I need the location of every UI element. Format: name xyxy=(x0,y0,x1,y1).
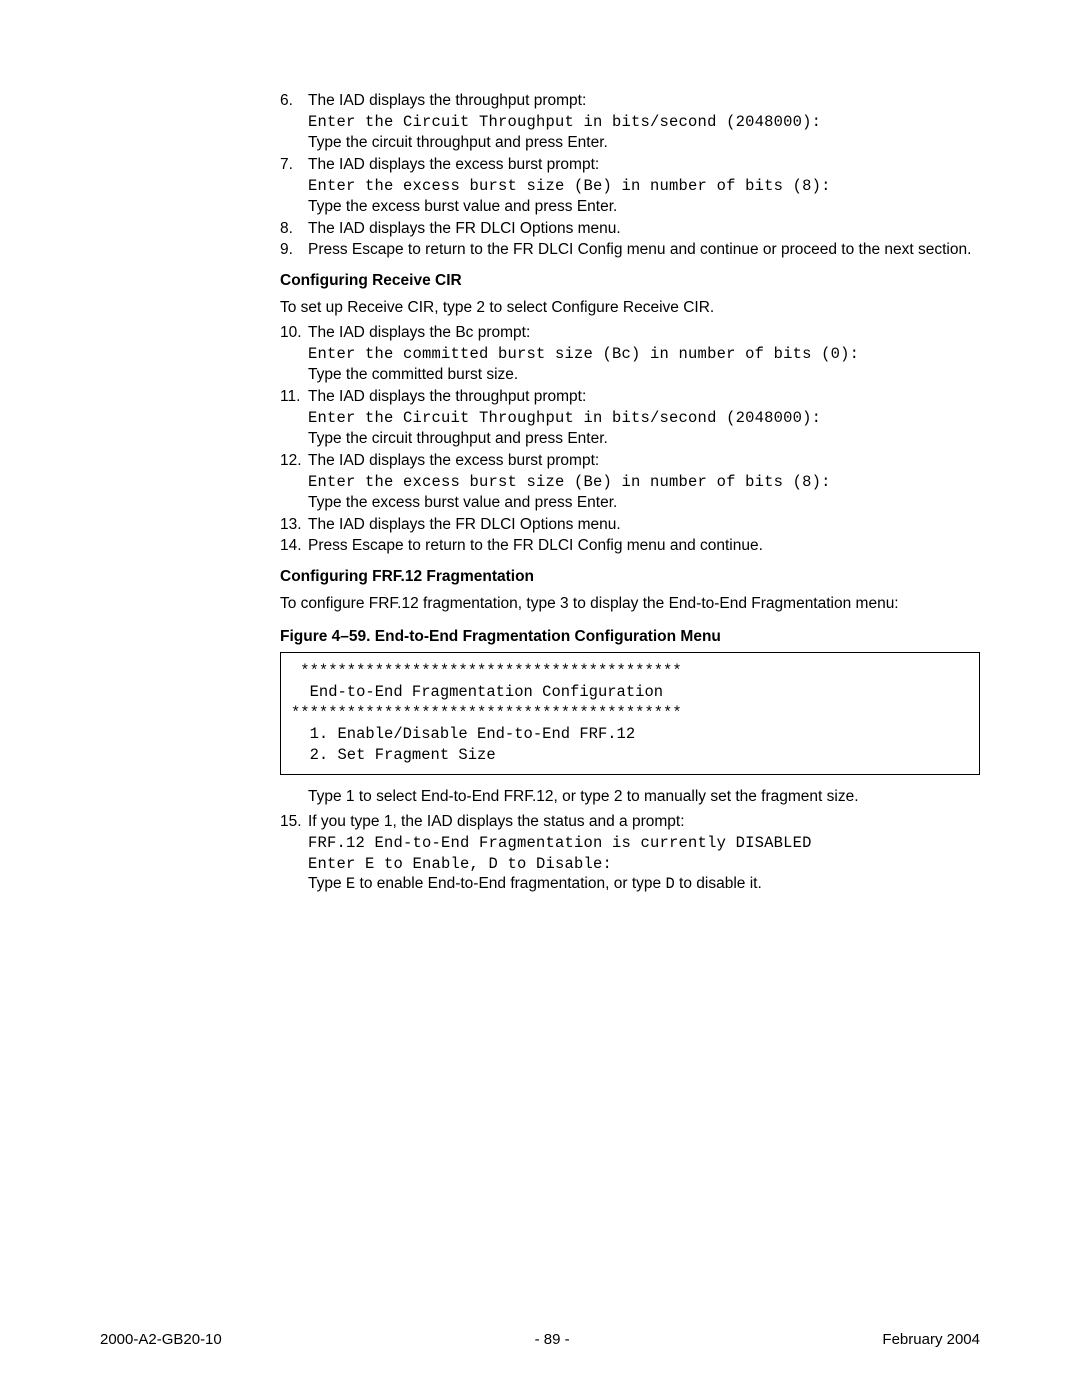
step-number: 14. xyxy=(280,536,308,557)
step-10: 10. The IAD displays the Bc prompt: Ente… xyxy=(280,323,980,386)
step-13: 13. The IAD displays the FR DLCI Options… xyxy=(280,515,980,536)
step-text: Type the excess burst value and press En… xyxy=(308,493,980,514)
footer-page-number: - 89 - xyxy=(535,1330,570,1350)
step-number: 13. xyxy=(280,515,308,536)
step-8: 8. The IAD displays the FR DLCI Options … xyxy=(280,219,980,240)
step-text: Type the circuit throughput and press En… xyxy=(308,133,980,154)
step-text: Press Escape to return to the FR DLCI Co… xyxy=(308,536,980,557)
step-number: 8. xyxy=(280,219,308,240)
step-text: Type the excess burst value and press En… xyxy=(308,197,980,218)
step-9: 9. Press Escape to return to the FR DLCI… xyxy=(280,240,980,261)
step-6: 6. The IAD displays the throughput promp… xyxy=(280,91,980,154)
step-text: The IAD displays the FR DLCI Options men… xyxy=(308,219,980,240)
text-frag: Type xyxy=(308,875,346,892)
step-number: 15. xyxy=(280,812,308,896)
step-number: 12. xyxy=(280,451,308,514)
step-text: If you type 1, the IAD displays the stat… xyxy=(308,812,980,833)
figure-code-box: ****************************************… xyxy=(280,652,980,775)
heading-receive-cir: Configuring Receive CIR xyxy=(280,271,980,292)
intro-receive-cir: To set up Receive CIR, type 2 to select … xyxy=(280,298,980,319)
code-line: Enter the Circuit Throughput in bits/sec… xyxy=(308,112,980,133)
step-number: 9. xyxy=(280,240,308,261)
step-14: 14. Press Escape to return to the FR DLC… xyxy=(280,536,980,557)
text-frag: to enable End-to-End fragmentation, or t… xyxy=(355,875,665,892)
step-number: 7. xyxy=(280,155,308,218)
code-line: Enter the Circuit Throughput in bits/sec… xyxy=(308,408,980,429)
step-number: 11. xyxy=(280,387,308,450)
intro-frf12: To configure FRF.12 fragmentation, type … xyxy=(280,594,980,615)
step-body: The IAD displays the throughput prompt: … xyxy=(308,91,980,154)
step-number: 10. xyxy=(280,323,308,386)
step-body: The IAD displays the FR DLCI Options men… xyxy=(308,219,980,240)
code-line: FRF.12 End-to-End Fragmentation is curre… xyxy=(308,833,980,854)
inline-code: D xyxy=(665,875,674,893)
step-body: The IAD displays the FR DLCI Options men… xyxy=(308,515,980,536)
code-line: Enter E to Enable, D to Disable: xyxy=(308,854,980,875)
content-column: 6. The IAD displays the throughput promp… xyxy=(280,91,980,895)
step-text: The IAD displays the excess burst prompt… xyxy=(308,155,980,176)
step-text: The IAD displays the Bc prompt: xyxy=(308,323,980,344)
step-11: 11. The IAD displays the throughput prom… xyxy=(280,387,980,450)
step-12: 12. The IAD displays the excess burst pr… xyxy=(280,451,980,514)
page: 6. The IAD displays the throughput promp… xyxy=(0,0,1080,1397)
inline-code: E xyxy=(346,875,355,893)
step-15: 15. If you type 1, the IAD displays the … xyxy=(280,812,980,896)
step-text: The IAD displays the FR DLCI Options men… xyxy=(308,515,980,536)
step-body: Press Escape to return to the FR DLCI Co… xyxy=(308,240,980,261)
step-body: If you type 1, the IAD displays the stat… xyxy=(308,812,980,896)
step-body: The IAD displays the throughput prompt: … xyxy=(308,387,980,450)
step-7: 7. The IAD displays the excess burst pro… xyxy=(280,155,980,218)
step-body: The IAD displays the Bc prompt: Enter th… xyxy=(308,323,980,386)
step-text: The IAD displays the throughput prompt: xyxy=(308,91,980,112)
step-body: The IAD displays the excess burst prompt… xyxy=(308,155,980,218)
step-body: The IAD displays the excess burst prompt… xyxy=(308,451,980,514)
step-text: The IAD displays the excess burst prompt… xyxy=(308,451,980,472)
step-number: 6. xyxy=(280,91,308,154)
step-text-mixed: Type E to enable End-to-End fragmentatio… xyxy=(308,874,980,895)
footer-date: February 2004 xyxy=(882,1330,980,1350)
code-line: Enter the excess burst size (Be) in numb… xyxy=(308,472,980,493)
step-text: The IAD displays the throughput prompt: xyxy=(308,387,980,408)
footer-doc-id: 2000-A2-GB20-10 xyxy=(100,1330,222,1350)
step-text: Type the circuit throughput and press En… xyxy=(308,429,980,450)
code-line: Enter the committed burst size (Bc) in n… xyxy=(308,344,980,365)
heading-frf12: Configuring FRF.12 Fragmentation xyxy=(280,567,980,588)
step-text: Type the committed burst size. xyxy=(308,365,980,386)
code-line: Enter the excess burst size (Be) in numb… xyxy=(308,176,980,197)
figure-title: Figure 4–59. End-to-End Fragmentation Co… xyxy=(280,627,980,648)
post-figure-text: Type 1 to select End-to-End FRF.12, or t… xyxy=(280,787,980,808)
step-text: Press Escape to return to the FR DLCI Co… xyxy=(308,240,980,261)
text-frag: to disable it. xyxy=(675,875,762,892)
page-footer: 2000-A2-GB20-10 - 89 - February 2004 xyxy=(100,1330,980,1350)
step-body: Press Escape to return to the FR DLCI Co… xyxy=(308,536,980,557)
